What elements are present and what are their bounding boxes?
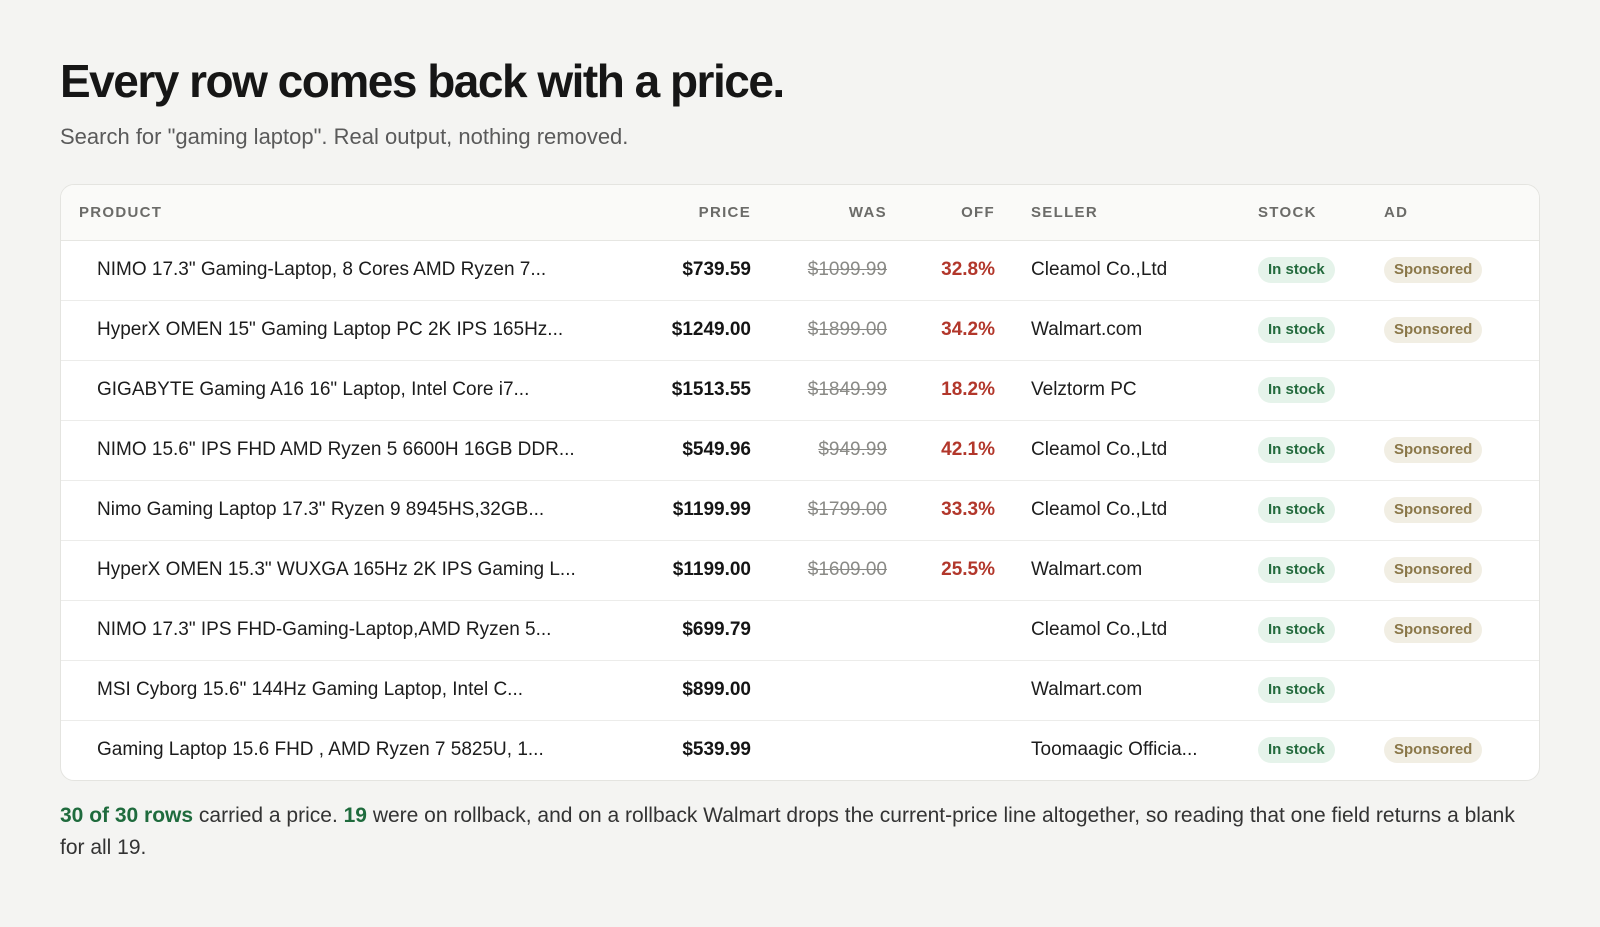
price-value: $699.79 [616, 599, 751, 660]
sponsored-badge: Sponsored [1384, 557, 1483, 583]
sponsored-badge: Sponsored [1384, 257, 1483, 283]
was-price-value: $1799.00 [751, 479, 887, 540]
summary-text: 30 of 30 rows carried a price. 19 were o… [60, 800, 1540, 864]
was-price-value [751, 719, 887, 780]
table-row[interactable]: NIMO 15.6" IPS FHD AMD Ryzen 5 6600H 16G… [61, 419, 1539, 480]
table-body: NIMO 17.3" Gaming-Laptop, 8 Cores AMD Ry… [61, 240, 1539, 780]
seller-name: Walmart.com [1031, 659, 1258, 720]
was-price-value: $1099.99 [807, 259, 887, 280]
summary-rows-count: 30 of 30 rows [60, 804, 194, 827]
was-price-value [751, 599, 887, 660]
discount-value [887, 599, 995, 660]
discount-value: 34.2% [887, 299, 995, 360]
discount-value: 18.2% [887, 359, 995, 420]
product-name[interactable]: Nimo Gaming Laptop 17.3" Ryzen 9 8945HS,… [79, 479, 616, 540]
discount-value: 42.1% [887, 419, 995, 480]
table-row[interactable]: NIMO 17.3" IPS FHD-Gaming-Laptop,AMD Ryz… [61, 599, 1539, 660]
seller-name: Cleamol Co.,Ltd [1031, 479, 1258, 540]
price-value: $1513.55 [616, 359, 751, 420]
was-price-value: $1849.99 [751, 359, 887, 420]
product-name[interactable]: HyperX OMEN 15.3" WUXGA 165Hz 2K IPS Gam… [79, 539, 616, 600]
was-price-value: $949.99 [751, 419, 887, 480]
price-value: $539.99 [616, 719, 751, 780]
discount-value: 33.3% [887, 479, 995, 540]
stock-badge: In stock [1258, 377, 1335, 403]
table-row[interactable]: NIMO 17.3" Gaming-Laptop, 8 Cores AMD Ry… [61, 240, 1539, 300]
table-row[interactable]: Gaming Laptop 15.6 FHD , AMD Ryzen 7 582… [61, 719, 1539, 780]
table-header-row: PRODUCT PRICE WAS OFF SELLER STOCK AD [61, 185, 1539, 241]
stock-badge: In stock [1258, 497, 1335, 523]
table-row[interactable]: HyperX OMEN 15" Gaming Laptop PC 2K IPS … [61, 299, 1539, 360]
was-price-value: $1609.00 [751, 539, 887, 600]
seller-name: Toomaagic Officia... [1031, 719, 1258, 780]
column-header-price[interactable]: PRICE [616, 185, 751, 241]
seller-name: Cleamol Co.,Ltd [1031, 599, 1258, 660]
page-title: Every row comes back with a price. [60, 55, 785, 107]
summary-rollback-count: 19 [343, 804, 367, 827]
sponsored-badge: Sponsored [1384, 497, 1483, 523]
stock-badge: In stock [1258, 317, 1335, 343]
price-value: $739.59 [682, 259, 751, 280]
price-value: $1249.00 [616, 299, 751, 360]
discount-value: 32.8% [941, 259, 995, 280]
product-name[interactable]: MSI Cyborg 15.6" 144Hz Gaming Laptop, In… [79, 659, 616, 720]
seller-name: Velztorm PC [1031, 359, 1258, 420]
discount-value: 25.5% [887, 539, 995, 600]
stock-badge: In stock [1258, 437, 1335, 463]
column-header-seller[interactable]: SELLER [1031, 185, 1258, 241]
column-header-stock[interactable]: STOCK [1258, 185, 1384, 241]
column-header-was[interactable]: WAS [751, 185, 887, 241]
stock-badge: In stock [1258, 617, 1335, 643]
sponsored-badge: Sponsored [1384, 437, 1483, 463]
table-row[interactable]: HyperX OMEN 15.3" WUXGA 165Hz 2K IPS Gam… [61, 539, 1539, 600]
sponsored-badge: Sponsored [1384, 737, 1483, 764]
table-row[interactable]: Nimo Gaming Laptop 17.3" Ryzen 9 8945HS,… [61, 479, 1539, 540]
summary-text-part-1: carried a price. [193, 804, 344, 827]
stock-badge: In stock [1258, 737, 1335, 764]
product-name[interactable]: NIMO 15.6" IPS FHD AMD Ryzen 5 6600H 16G… [79, 419, 616, 480]
discount-value [887, 659, 995, 720]
discount-value [887, 719, 995, 780]
table-row[interactable]: GIGABYTE Gaming A16 16" Laptop, Intel Co… [61, 359, 1539, 420]
column-header-ad[interactable]: AD [1384, 185, 1539, 241]
price-value: $899.00 [616, 659, 751, 720]
stock-badge: In stock [1258, 677, 1335, 703]
was-price-value: $1899.00 [751, 299, 887, 360]
results-table: PRODUCT PRICE WAS OFF SELLER STOCK AD NI… [61, 185, 1539, 780]
was-price-value [751, 659, 887, 720]
stock-badge: In stock [1258, 257, 1335, 283]
seller-name: Cleamol Co.,Ltd [1031, 419, 1258, 480]
table-row[interactable]: MSI Cyborg 15.6" 144Hz Gaming Laptop, In… [61, 659, 1539, 720]
product-name[interactable]: NIMO 17.3" IPS FHD-Gaming-Laptop,AMD Ryz… [79, 599, 616, 660]
column-header-product[interactable]: PRODUCT [79, 185, 616, 241]
product-name[interactable]: GIGABYTE Gaming A16 16" Laptop, Intel Co… [79, 359, 616, 420]
price-value: $1199.00 [616, 539, 751, 600]
product-name[interactable]: NIMO 17.3" Gaming-Laptop, 8 Cores AMD Ry… [79, 240, 616, 300]
seller-name: Walmart.com [1031, 299, 1258, 360]
product-name[interactable]: Gaming Laptop 15.6 FHD , AMD Ryzen 7 582… [79, 719, 616, 780]
page-subtitle: Search for "gaming laptop". Real output,… [60, 124, 629, 149]
price-value: $1199.99 [616, 479, 751, 540]
price-value: $549.96 [616, 419, 751, 480]
seller-name: Walmart.com [1031, 539, 1258, 600]
product-name[interactable]: HyperX OMEN 15" Gaming Laptop PC 2K IPS … [79, 299, 616, 360]
sponsored-badge: Sponsored [1384, 617, 1483, 643]
column-header-off[interactable]: OFF [887, 185, 995, 241]
seller-name: Cleamol Co.,Ltd [1031, 259, 1168, 280]
stock-badge: In stock [1258, 557, 1335, 583]
sponsored-badge: Sponsored [1384, 317, 1483, 343]
results-table-card: PRODUCT PRICE WAS OFF SELLER STOCK AD NI… [60, 184, 1540, 781]
